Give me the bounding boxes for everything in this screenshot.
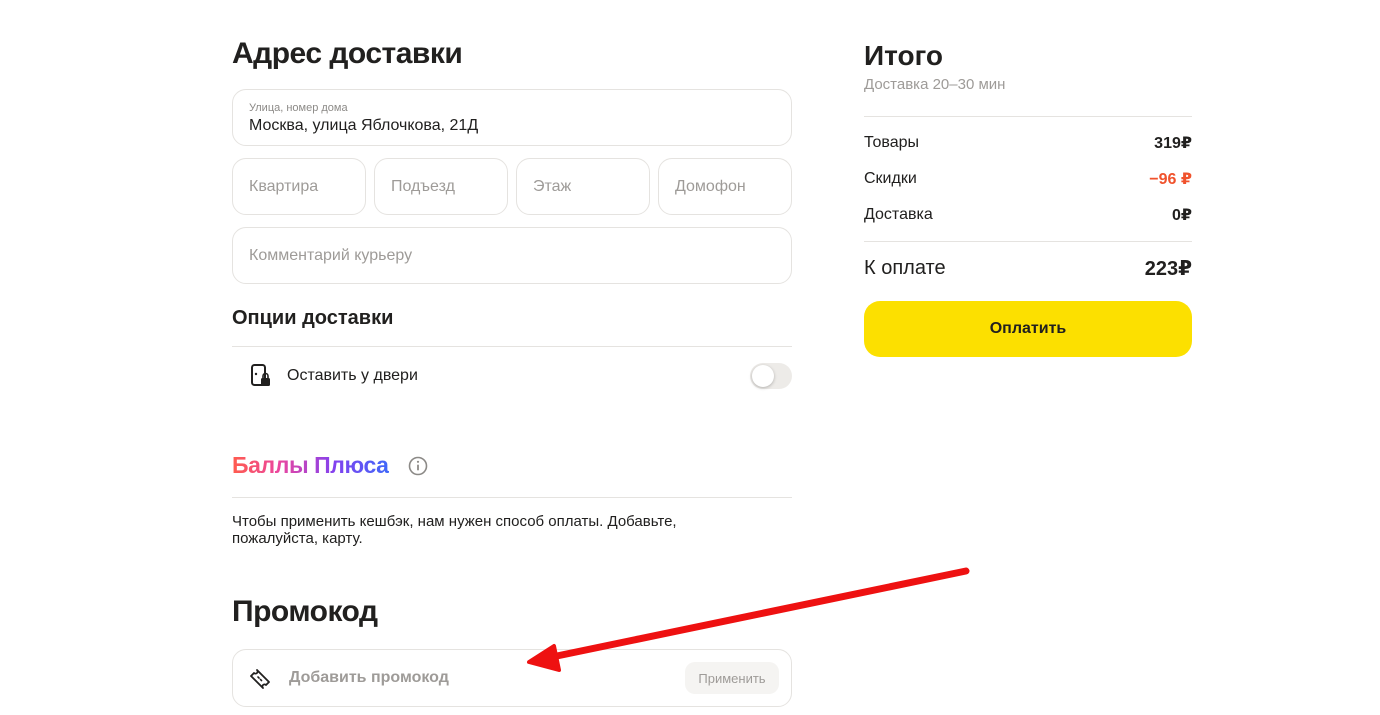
plus-cashback-notice: Чтобы применить кешбэк, нам нужен способ… [232, 513, 677, 547]
delivery-row: Доставка 0₽ [864, 205, 1192, 225]
leave-at-door-label: Оставить у двери [287, 367, 418, 384]
pay-button[interactable]: Оплатить [864, 301, 1192, 357]
promo-code-field[interactable]: Добавить промокод Применить [232, 649, 792, 707]
intercom-field[interactable]: Домофон [658, 158, 792, 215]
goods-label: Товары [864, 134, 920, 151]
street-field-value[interactable]: Москва, улица Яблочкова, 21Д [249, 117, 478, 135]
to-pay-label: К оплате [864, 256, 946, 279]
floor-field[interactable]: Этаж [516, 158, 650, 215]
delivery-time: Доставка 20–30 мин [864, 76, 1006, 93]
entrance-placeholder: Подъезд [391, 177, 455, 195]
plus-divider [232, 497, 792, 498]
delivery-label: Доставка [864, 206, 933, 223]
apartment-field[interactable]: Квартира [232, 158, 366, 215]
floor-placeholder: Этаж [533, 177, 572, 195]
promo-title: Промокод [232, 595, 378, 628]
discount-label: Скидки [864, 170, 917, 187]
goods-amount: 319₽ [1154, 135, 1192, 152]
street-field-label: Улица, номер дома [249, 102, 348, 114]
summary-divider-top [864, 116, 1192, 117]
courier-comment-placeholder: Комментарий курьеру [249, 246, 413, 264]
to-pay-row: К оплате 223₽ [864, 256, 1192, 280]
intercom-placeholder: Домофон [675, 177, 746, 195]
leave-at-door-option[interactable]: Оставить у двери [232, 347, 792, 405]
delivery-amount: 0₽ [1171, 207, 1192, 224]
discount-amount: −96 ₽ [1149, 171, 1192, 188]
apply-promo-button[interactable]: Применить [685, 662, 779, 694]
ticket-icon [250, 669, 270, 689]
delivery-options-title: Опции доставки [232, 307, 394, 329]
door-phone-icon [251, 364, 270, 386]
summary-title: Итого [864, 40, 943, 71]
info-icon[interactable] [408, 456, 428, 476]
street-field[interactable]: Улица, номер дома Москва, улица Яблочков… [232, 89, 792, 146]
apartment-placeholder: Квартира [249, 177, 319, 195]
promo-code-placeholder: Добавить промокод [289, 669, 449, 686]
goods-row: Товары 319₽ [864, 133, 1192, 153]
courier-comment-field[interactable]: Комментарий курьеру [232, 227, 792, 284]
toggle-knob [752, 365, 774, 387]
discount-row: Скидки −96 ₽ [864, 169, 1192, 189]
summary-divider-bottom [864, 241, 1192, 242]
plus-points-title: Баллы Плюса [232, 452, 389, 478]
to-pay-amount: 223₽ [1144, 257, 1192, 280]
address-title: Адрес доставки [232, 37, 463, 70]
entrance-field[interactable]: Подъезд [374, 158, 508, 215]
leave-at-door-toggle[interactable] [750, 363, 792, 389]
